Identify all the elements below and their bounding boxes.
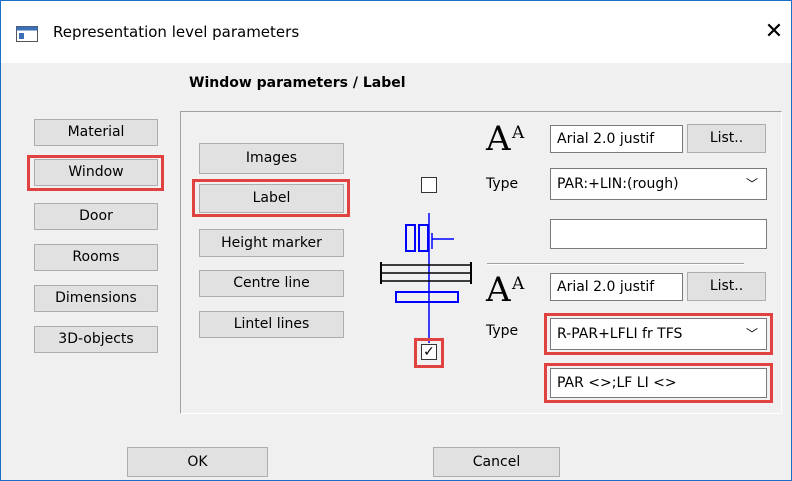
- upper-type-value: PAR:+LIN:(rough): [557, 176, 679, 192]
- lower-type-label: Type: [486, 323, 519, 339]
- option-height-marker-button[interactable]: Height marker: [199, 229, 344, 257]
- top-label-checkbox[interactable]: [421, 177, 437, 193]
- font-large-a-icon: A: [486, 119, 511, 159]
- app-icon: [16, 26, 38, 42]
- highlight-type-select: [544, 313, 773, 355]
- highlight-label: [192, 179, 350, 217]
- page-title: Window parameters / Label: [189, 75, 406, 91]
- highlight-checkbox: [414, 338, 444, 368]
- ok-button[interactable]: OK: [127, 447, 268, 477]
- window-title: Representation level parameters: [53, 23, 300, 41]
- window-symbol-icon: [380, 213, 472, 343]
- highlight-window: [27, 155, 164, 191]
- upper-font-field[interactable]: Arial 2.0 justif: [550, 125, 683, 153]
- category-3d-objects-button[interactable]: 3D-objects: [34, 326, 158, 353]
- upper-type-select[interactable]: PAR:+LIN:(rough) ﹀: [550, 168, 767, 200]
- upper-type-label: Type: [486, 176, 519, 192]
- lower-list-button[interactable]: List..: [687, 272, 766, 301]
- dialog-window: Representation level parameters ✕ Window…: [0, 0, 792, 481]
- category-door-button[interactable]: Door: [34, 203, 158, 230]
- title-bar: Representation level parameters ✕: [1, 1, 791, 63]
- chevron-down-icon: ﹀: [745, 177, 758, 191]
- font-large-a-icon: A: [486, 270, 511, 310]
- option-centre-line-button[interactable]: Centre line: [199, 270, 344, 297]
- highlight-text-field: [544, 363, 773, 403]
- option-images-button[interactable]: Images: [199, 143, 344, 174]
- upper-list-button[interactable]: List..: [687, 124, 766, 153]
- font-small-a-icon: A: [512, 123, 525, 143]
- cancel-button[interactable]: Cancel: [433, 447, 560, 477]
- option-lintel-lines-button[interactable]: Lintel lines: [199, 311, 344, 338]
- font-small-a-icon: A: [512, 274, 525, 294]
- close-icon[interactable]: ✕: [759, 17, 789, 47]
- section-divider: [487, 263, 744, 265]
- category-material-button[interactable]: Material: [34, 119, 158, 146]
- category-dimensions-button[interactable]: Dimensions: [34, 285, 158, 312]
- lower-font-field[interactable]: Arial 2.0 justif: [550, 273, 683, 301]
- category-rooms-button[interactable]: Rooms: [34, 244, 158, 271]
- upper-text-field[interactable]: [550, 219, 767, 249]
